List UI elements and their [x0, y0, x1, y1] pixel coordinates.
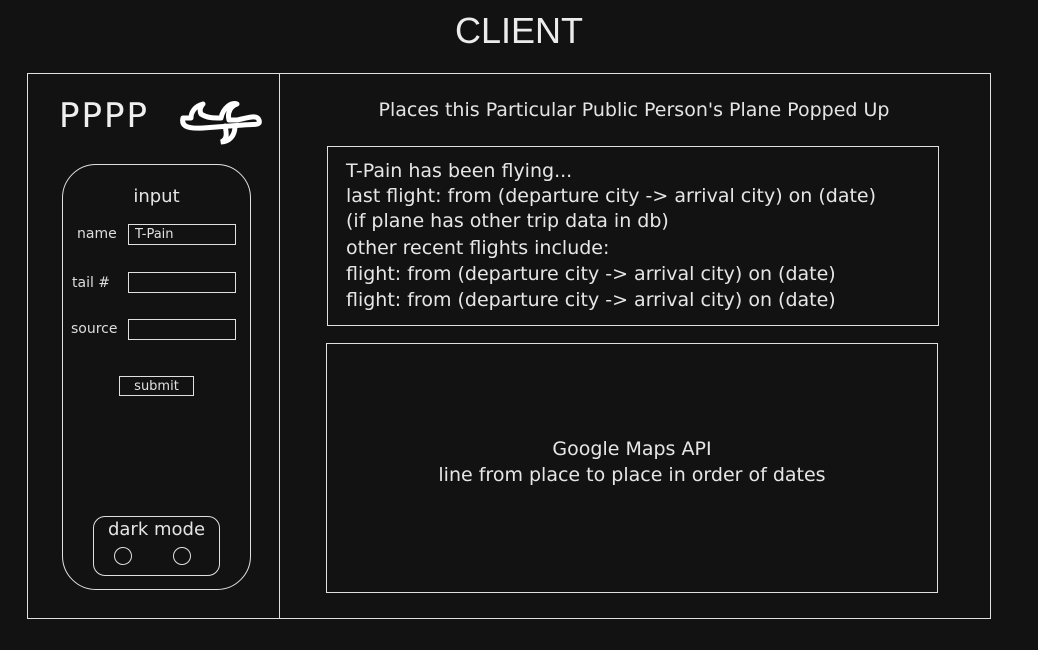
page-title: CLIENT [454, 10, 584, 51]
tail-number-input[interactable] [128, 272, 236, 293]
airplane-icon [180, 101, 262, 145]
dark-mode-off-radio[interactable] [173, 547, 191, 565]
source-label: source [71, 321, 118, 337]
flight-info-line: other recent flights include: [346, 237, 610, 259]
name-input[interactable] [128, 224, 236, 245]
form-heading: input [133, 186, 180, 207]
submit-button[interactable]: submit [119, 376, 194, 396]
flight-info-line: last flight: from (departure city -> arr… [346, 185, 877, 207]
main-heading: Places this Particular Public Person's P… [378, 99, 890, 121]
flight-info-line: flight: from (departure city -> arrival … [346, 289, 836, 311]
name-label: name [77, 226, 117, 242]
dark-mode-on-radio[interactable] [114, 547, 132, 565]
flight-info-line: (if plane has other trip data in db) [346, 210, 669, 232]
flight-info-line: flight: from (departure city -> arrival … [346, 263, 836, 285]
tail-number-label: tail # [72, 275, 111, 291]
map-title: Google Maps API [552, 438, 712, 460]
source-input[interactable] [128, 319, 236, 340]
dark-mode-label: dark mode [107, 519, 206, 540]
flight-info-line: T-Pain has been flying... [346, 160, 573, 182]
app-logo-text: PPPP [59, 96, 150, 136]
map-description: line from place to place in order of dat… [438, 464, 826, 486]
